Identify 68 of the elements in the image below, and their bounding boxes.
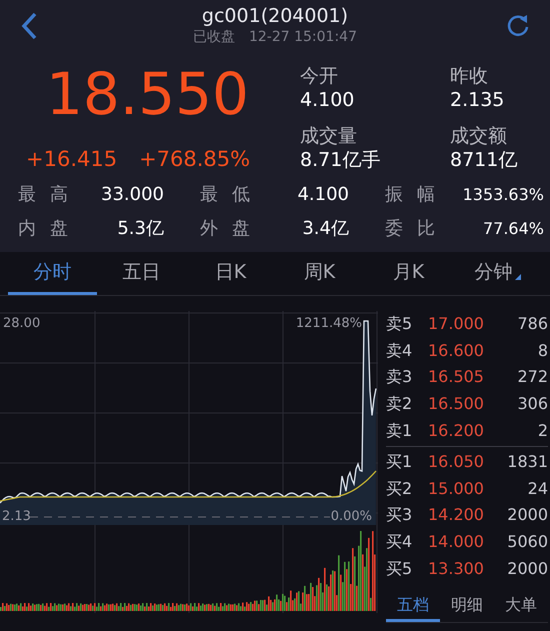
order-level: 卖1 bbox=[386, 420, 414, 442]
order-level: 买2 bbox=[386, 478, 414, 500]
timestamp: 12-27 15:01:47 bbox=[248, 28, 357, 46]
order-volume: 24 bbox=[526, 478, 548, 500]
order-volume: 2 bbox=[536, 420, 548, 442]
order-level: 买5 bbox=[386, 558, 414, 580]
order-volume: 272 bbox=[516, 366, 548, 388]
stat-value: 5.3亿 bbox=[116, 217, 165, 241]
order-price: 14.000 bbox=[428, 531, 485, 554]
order-level: 买3 bbox=[386, 504, 414, 526]
order-volume: 8 bbox=[536, 340, 548, 362]
stat-value: 33.000 bbox=[100, 183, 165, 207]
order-volume: 2000 bbox=[506, 558, 548, 580]
field-value: 4.100 bbox=[300, 88, 356, 112]
order-level: 卖2 bbox=[386, 393, 414, 416]
field-label: 成交量 bbox=[300, 124, 358, 148]
window-title: gc001(204001) bbox=[202, 4, 348, 28]
chart-tab[interactable]: 周K bbox=[275, 252, 364, 295]
stat-label: 最低 bbox=[200, 183, 250, 207]
order-level: 卖4 bbox=[386, 340, 414, 362]
percent-change: +768.85% bbox=[139, 146, 250, 173]
axis-label: 28.00 bbox=[3, 315, 40, 333]
order-level: 买4 bbox=[386, 531, 414, 554]
chart-tab[interactable]: 分钟 bbox=[453, 252, 542, 295]
field-value: 2.135 bbox=[450, 88, 506, 112]
stat-value: 77.64% bbox=[482, 218, 544, 240]
order-volume: 5060 bbox=[506, 531, 548, 554]
field-label: 成交额 bbox=[450, 124, 508, 148]
order-volume: 306 bbox=[516, 393, 548, 416]
axis-label: 2.13 bbox=[2, 508, 31, 526]
order-price: 13.300 bbox=[428, 558, 485, 580]
order-level: 卖5 bbox=[386, 313, 414, 336]
order-volume: 2000 bbox=[506, 504, 548, 526]
order-price: 16.600 bbox=[428, 340, 485, 362]
order-volume: 786 bbox=[516, 313, 548, 336]
order-volume: 1831 bbox=[506, 451, 548, 474]
stat-label: 外盘 bbox=[200, 217, 250, 241]
order-book-tab[interactable]: 大单 bbox=[494, 592, 548, 622]
order-price: 16.200 bbox=[428, 420, 485, 442]
current-price: 18.550 bbox=[45, 62, 250, 126]
order-price: 17.000 bbox=[428, 313, 485, 336]
order-level: 卖3 bbox=[386, 366, 414, 388]
order-level: 买1 bbox=[386, 451, 414, 474]
stat-value: 4.100 bbox=[296, 183, 350, 207]
order-book-tab[interactable]: 五档 bbox=[386, 592, 440, 622]
field-value: 8711亿 bbox=[450, 148, 518, 172]
field-label: 今开 bbox=[300, 64, 339, 88]
price-change: +16.415 bbox=[26, 146, 118, 173]
stat-value: 1353.63% bbox=[462, 184, 544, 206]
chart-tab[interactable]: 分时 bbox=[8, 252, 97, 295]
order-price: 16.500 bbox=[428, 393, 485, 416]
chart-tab[interactable]: 五日 bbox=[97, 252, 186, 295]
order-price: 16.505 bbox=[428, 366, 485, 388]
field-label: 昨收 bbox=[450, 64, 489, 88]
stat-label: 最高 bbox=[18, 183, 68, 207]
field-value: 8.71亿手 bbox=[300, 148, 382, 172]
chart-tab[interactable]: 月K bbox=[364, 252, 453, 295]
stat-label: 振幅 bbox=[385, 183, 435, 207]
chart-tab[interactable]: 日K bbox=[186, 252, 275, 295]
market-status: 已收盘 bbox=[192, 28, 235, 46]
axis-label: 0.00% bbox=[330, 508, 372, 526]
stat-label: 委比 bbox=[385, 217, 435, 241]
stat-value: 3.4亿 bbox=[301, 217, 350, 241]
order-price: 15.000 bbox=[428, 478, 485, 500]
order-price: 16.050 bbox=[428, 451, 485, 474]
stat-label: 内盘 bbox=[18, 217, 68, 241]
order-price: 14.200 bbox=[428, 504, 485, 526]
order-book-tab[interactable]: 明细 bbox=[440, 592, 494, 622]
